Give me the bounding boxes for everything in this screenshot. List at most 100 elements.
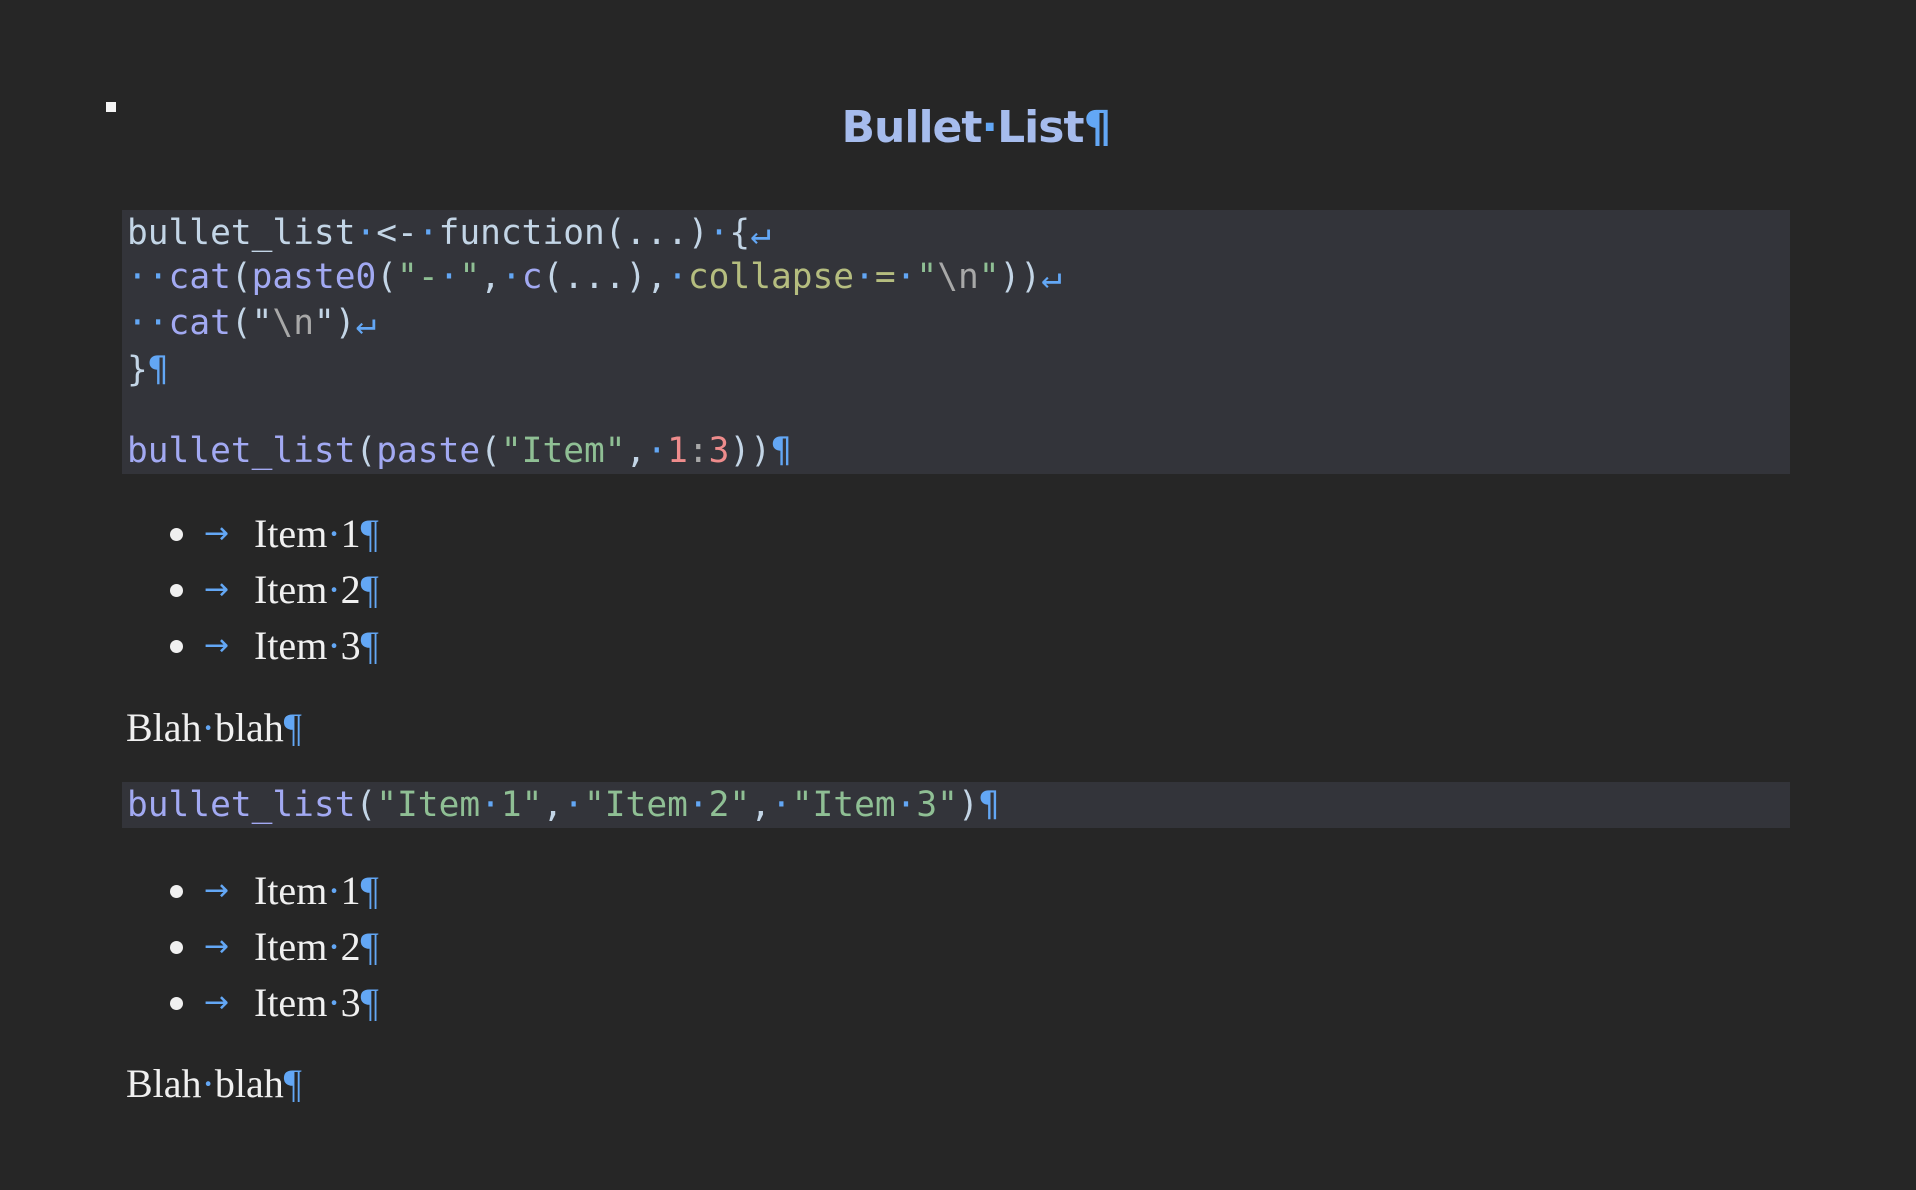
code-function-token: bullet_list: [127, 431, 356, 471]
code-token: bullet_list: [127, 213, 356, 253]
space-mark: ·: [327, 511, 341, 556]
paragraph[interactable]: Blah·blah¶: [126, 703, 302, 753]
code-line[interactable]: ··cat(paste0("-·",·c(...),·collapse·=·"\…: [127, 255, 1062, 299]
list-item-text: Item·3¶: [254, 621, 379, 671]
space-mark: ·: [667, 257, 688, 297]
space-mark: ·: [355, 213, 377, 253]
document-title[interactable]: Bullet·List¶: [0, 98, 1916, 158]
pilcrow-icon: ¶: [770, 431, 792, 471]
line-break-icon: ↵: [355, 303, 377, 343]
pilcrow-icon: ¶: [360, 511, 379, 556]
space-mark: ·: [327, 868, 341, 913]
tab-arrow-icon: →: [204, 985, 230, 1020]
space-mark: ·: [438, 257, 460, 297]
code-token: (: [230, 257, 252, 297]
code-function-token: cat: [168, 303, 231, 343]
list-item[interactable]: → Item·3¶: [160, 978, 379, 1028]
code-token: {: [729, 213, 751, 253]
code-token: ,: [625, 431, 647, 471]
space-mark: ·: [201, 705, 215, 750]
item-number: 3: [340, 980, 361, 1025]
pilcrow-icon: ¶: [283, 1061, 302, 1106]
bullet-icon: [170, 584, 183, 597]
item-number: 1: [340, 868, 361, 913]
code-block-function-definition[interactable]: bullet_list·<-·function(...)·{↵ ··cat(pas…: [122, 210, 1790, 474]
code-token: )): [729, 431, 771, 471]
code-token: ,: [480, 257, 501, 297]
list-item[interactable]: → Item·1¶: [160, 866, 379, 916]
item-word: Item: [254, 924, 328, 969]
code-string-token: "-: [397, 257, 439, 297]
code-token: function(...): [438, 213, 709, 253]
line-break-icon: ↵: [1041, 257, 1062, 297]
code-token: }: [127, 350, 148, 390]
code-token: (: [376, 257, 398, 297]
code-token: (: [230, 303, 252, 343]
item-number: 2: [340, 567, 361, 612]
space-mark: ·: [708, 213, 730, 253]
list-item[interactable]: → Item·2¶: [160, 565, 379, 615]
space-mark: ·: [895, 257, 917, 297]
space-mark: ··: [127, 303, 169, 343]
code-token: (...),: [542, 257, 668, 297]
space-mark: ·: [480, 785, 501, 825]
tab-arrow-icon: →: [204, 516, 230, 551]
item-word: Item: [254, 980, 328, 1025]
code-escape-token: \n: [272, 303, 314, 343]
paragraph-word: Blah: [126, 1061, 202, 1106]
code-escape-token: :: [687, 431, 709, 471]
paragraph-word: blah: [214, 705, 284, 750]
space-mark: ·: [417, 213, 439, 253]
code-token: ,: [750, 785, 771, 825]
code-token: (: [355, 431, 377, 471]
code-token: ): [957, 785, 979, 825]
list-item-text: Item·2¶: [254, 565, 379, 615]
pilcrow-icon: ¶: [978, 785, 1000, 825]
space-mark: ·: [895, 785, 917, 825]
list-item[interactable]: → Item·3¶: [160, 621, 379, 671]
item-word: Item: [254, 567, 328, 612]
space-mark: ·: [201, 1061, 215, 1106]
code-string-token: ": [916, 257, 938, 297]
code-number-token: 1: [667, 431, 688, 471]
list-item[interactable]: → Item·1¶: [160, 509, 379, 559]
code-function-token: bullet_list: [127, 785, 356, 825]
code-string-token: 2": [708, 785, 751, 825]
paragraph[interactable]: Blah·blah¶: [126, 1059, 302, 1109]
code-number-token: 3: [708, 431, 730, 471]
code-line[interactable]: bullet_list·<-·function(...)·{↵: [127, 211, 771, 255]
pilcrow-icon: ¶: [360, 567, 379, 612]
code-line[interactable]: }¶: [127, 348, 169, 392]
space-mark: ·: [981, 102, 998, 153]
code-block-call[interactable]: bullet_list("Item·1",·"Item·2",·"Item·3"…: [122, 782, 1790, 828]
list-item-text: Item·1¶: [254, 509, 379, 559]
code-string-token: "Item: [791, 785, 896, 825]
list-item[interactable]: → Item·2¶: [160, 922, 379, 972]
paragraph-word: Blah: [126, 705, 202, 750]
code-string-token: 3": [916, 785, 958, 825]
code-argument-token: =: [874, 257, 896, 297]
bullet-icon: [170, 941, 183, 954]
code-string-token: "Item": [500, 431, 626, 471]
space-mark: ·: [327, 924, 341, 969]
space-mark: ·: [327, 567, 341, 612]
space-mark: ·: [327, 623, 341, 668]
code-line[interactable]: bullet_list("Item·1",·"Item·2",·"Item·3"…: [127, 783, 1000, 827]
item-number: 3: [340, 623, 361, 668]
list-item-text: Item·1¶: [254, 866, 379, 916]
code-line[interactable]: ··cat("\n")↵: [127, 301, 376, 345]
list-item-text: Item·2¶: [254, 922, 379, 972]
code-function-token: paste0: [251, 257, 377, 297]
pilcrow-icon: ¶: [1083, 102, 1111, 153]
list-item-text: Item·3¶: [254, 978, 379, 1028]
paragraph-word: blah: [214, 1061, 284, 1106]
pilcrow-icon: ¶: [360, 623, 379, 668]
code-line[interactable]: bullet_list(paste("Item",·1:3))¶: [127, 429, 792, 473]
tab-arrow-icon: →: [204, 873, 230, 908]
bullet-icon: [170, 997, 183, 1010]
pilcrow-icon: ¶: [147, 350, 169, 390]
space-mark: ·: [563, 785, 585, 825]
code-token: )): [999, 257, 1042, 297]
title-word-bullet: Bullet: [841, 102, 983, 153]
code-token: ): [334, 303, 356, 343]
